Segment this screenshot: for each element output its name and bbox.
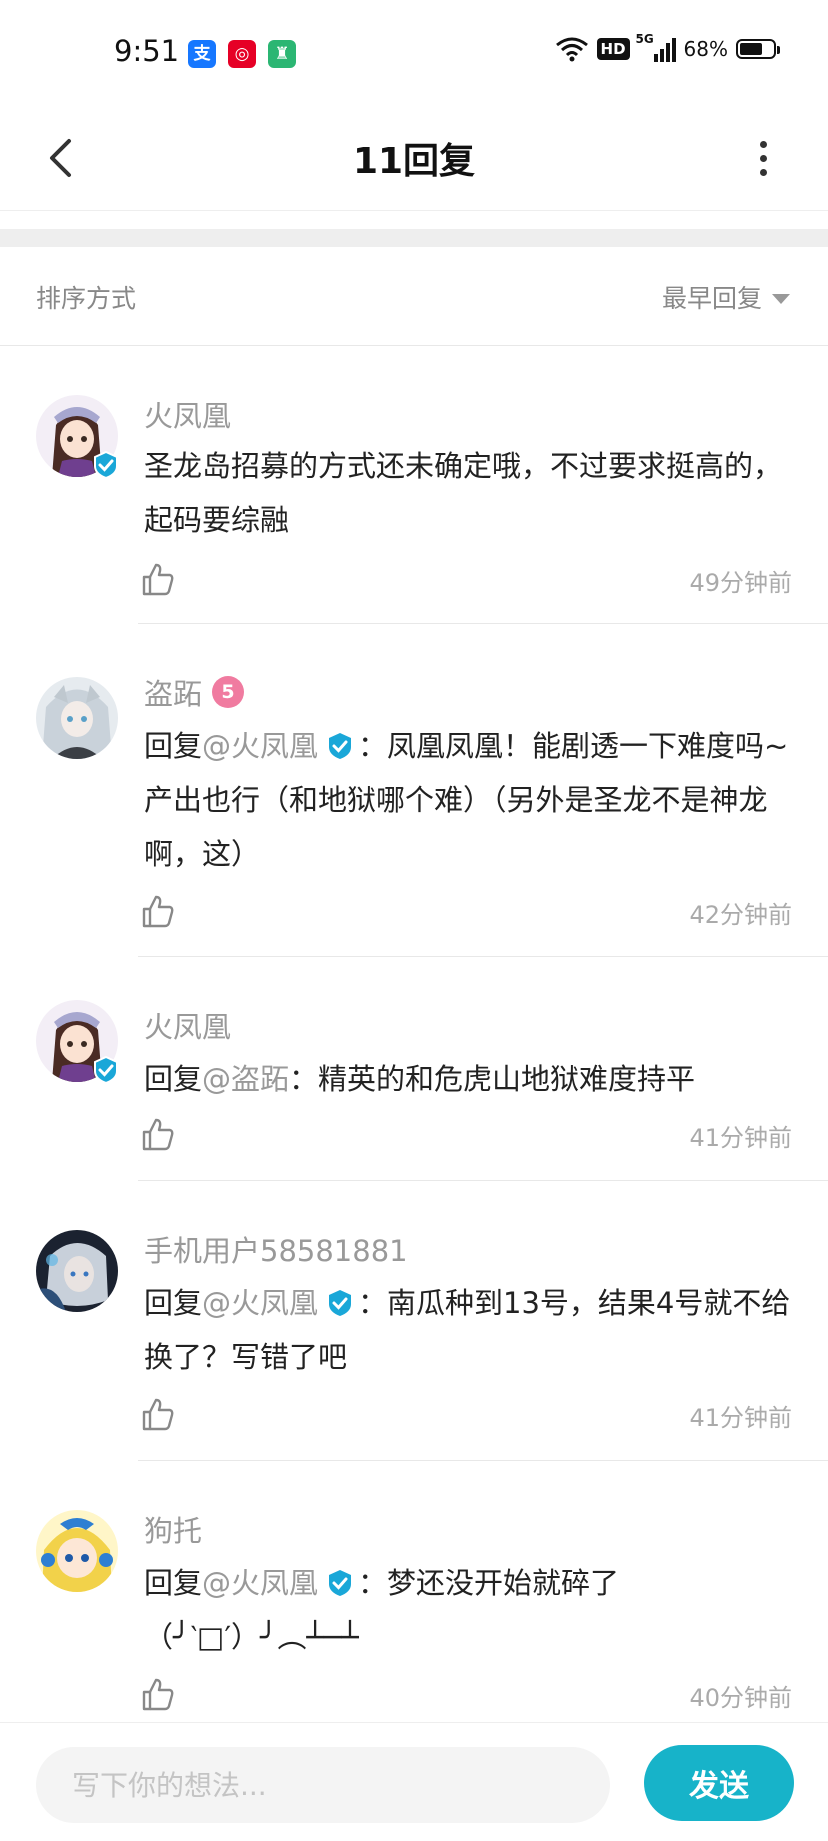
- verified-badge-icon: [329, 1570, 352, 1596]
- mention-link[interactable]: @火凤凰: [202, 729, 318, 763]
- comment-item: 狗托 回复@火凤凰 ：梦还没开始就碎了 （╯‵□′）╯︵┴─┴ 40分钟前: [0, 1462, 828, 1722]
- comment-time: 40分钟前: [689, 1684, 792, 1712]
- comment-content: 圣龙岛招募的方式还未确定哦，不过要求挺高的，起码要综融: [144, 449, 783, 537]
- divider: [138, 956, 828, 957]
- comment-text: 圣龙岛招募的方式还未确定哦，不过要求挺高的，起码要综融: [144, 439, 794, 547]
- avatar[interactable]: [36, 1510, 118, 1592]
- author-name: 狗托: [144, 1514, 203, 1548]
- comment-author[interactable]: 火凤凰: [144, 1004, 231, 1046]
- reply-prefix: 回复: [144, 1062, 203, 1096]
- comment-content: ：精英的和危虎山地狱难度持平: [289, 1062, 696, 1096]
- divider: [138, 1180, 828, 1181]
- avatar[interactable]: [36, 1230, 118, 1312]
- author-name: 火凤凰: [144, 399, 232, 433]
- comment-composer: 发送: [0, 1722, 828, 1841]
- thumbs-up-icon[interactable]: [140, 1116, 176, 1152]
- comment-item: 火凤凰 回复@盗跖：精英的和危虎山地狱难度持平 41分钟前: [0, 958, 828, 1182]
- sort-label: 排序方式: [36, 284, 137, 313]
- status-bar: 9:51 支 ◎ ♜ HD 5G 68%: [0, 0, 828, 110]
- verified-badge-icon: [94, 1056, 118, 1084]
- comment-item: 火凤凰 圣龙岛招募的方式还未确定哦，不过要求挺高的，起码要综融 49分钟前: [0, 345, 828, 625]
- comment-item: 手机用户58581881 回复@火凤凰 ：南瓜种到13号，结果4号就不给换了？写错…: [0, 1182, 828, 1462]
- send-button[interactable]: 发送: [644, 1745, 794, 1821]
- thumbs-up-icon[interactable]: [140, 1396, 176, 1432]
- top-nav: 11回复: [0, 110, 828, 211]
- comment-time: 49分钟前: [689, 569, 792, 597]
- comment-author[interactable]: 盗跖 5: [144, 671, 245, 713]
- divider: [138, 623, 828, 624]
- caret-down-icon: [772, 294, 790, 304]
- battery-icon: [736, 39, 780, 59]
- divider: [138, 1460, 828, 1461]
- hd-badge: HD: [596, 38, 630, 60]
- network-type: 5G: [635, 32, 654, 46]
- thumbs-up-icon[interactable]: [140, 1676, 176, 1712]
- comment-text: 回复@火凤凰 ：南瓜种到13号，结果4号就不给换了？写错了吧: [144, 1276, 794, 1384]
- sort-bar: 排序方式 最早回复: [0, 247, 828, 346]
- mention-link[interactable]: @盗跖: [202, 1062, 289, 1096]
- comment-time: 42分钟前: [689, 901, 792, 929]
- verified-badge-icon: [94, 451, 118, 479]
- comment-content: ：梦还没开始就碎了: [358, 1566, 620, 1600]
- mention-link[interactable]: @火凤凰: [202, 1566, 318, 1600]
- status-time: 9:51: [114, 34, 180, 68]
- reply-prefix: 回复: [144, 729, 203, 763]
- thumbs-up-icon[interactable]: [140, 893, 176, 929]
- wifi-icon: [555, 37, 588, 62]
- comment-item: 盗跖 5 回复@火凤凰 ：凤凰凤凰！能剧透一下难度吗~产出也行（和地狱哪个难）（另…: [0, 625, 828, 958]
- comment-text: 回复@火凤凰 ：梦还没开始就碎了 （╯‵□′）╯︵┴─┴: [144, 1556, 794, 1664]
- comment-input[interactable]: [36, 1747, 610, 1823]
- mention-link[interactable]: @火凤凰: [202, 1286, 318, 1320]
- dot-icon: [759, 140, 767, 148]
- author-name: 手机用户58581881: [144, 1234, 408, 1268]
- dot-icon: [759, 154, 767, 162]
- avatar[interactable]: [36, 395, 118, 479]
- comment-author[interactable]: 手机用户58581881: [144, 1228, 408, 1270]
- author-name: 盗跖: [144, 677, 203, 711]
- sort-selected-value: 最早回复: [661, 284, 762, 313]
- reply-prefix: 回复: [144, 1286, 203, 1320]
- author-name: 火凤凰: [144, 1010, 232, 1044]
- comment-time: 41分钟前: [689, 1124, 792, 1152]
- green-app-icon: ♜: [268, 40, 296, 68]
- section-separator: [0, 229, 828, 247]
- dot-icon: [759, 168, 767, 176]
- comment-time: 41分钟前: [689, 1404, 792, 1432]
- battery-percent: 68%: [683, 37, 728, 61]
- sort-dropdown[interactable]: 最早回复: [662, 279, 790, 315]
- thumbs-up-icon[interactable]: [140, 561, 176, 597]
- reply-prefix: 回复: [144, 1566, 203, 1600]
- comment-author[interactable]: 火凤凰: [144, 393, 231, 435]
- level-badge: 5: [212, 676, 245, 708]
- signal-icon: 5G: [636, 32, 676, 62]
- avatar[interactable]: [36, 677, 118, 759]
- more-options-button[interactable]: [738, 128, 788, 188]
- netease-music-icon: ◎: [228, 40, 256, 68]
- comment-text: 回复@火凤凰 ：凤凰凤凰！能剧透一下难度吗~产出也行（和地狱哪个难）（另外是圣龙不…: [144, 719, 794, 881]
- verified-badge-icon: [329, 733, 352, 759]
- avatar[interactable]: [36, 1000, 118, 1084]
- verified-badge-icon: [329, 1290, 352, 1316]
- page-title: 11回复: [352, 141, 476, 182]
- comment-author[interactable]: 狗托: [144, 1508, 202, 1550]
- alipay-icon: 支: [188, 40, 216, 68]
- comment-content-line2: （╯‵□′）╯︵┴─┴: [144, 1620, 359, 1654]
- comment-text: 回复@盗跖：精英的和危虎山地狱难度持平: [144, 1052, 794, 1106]
